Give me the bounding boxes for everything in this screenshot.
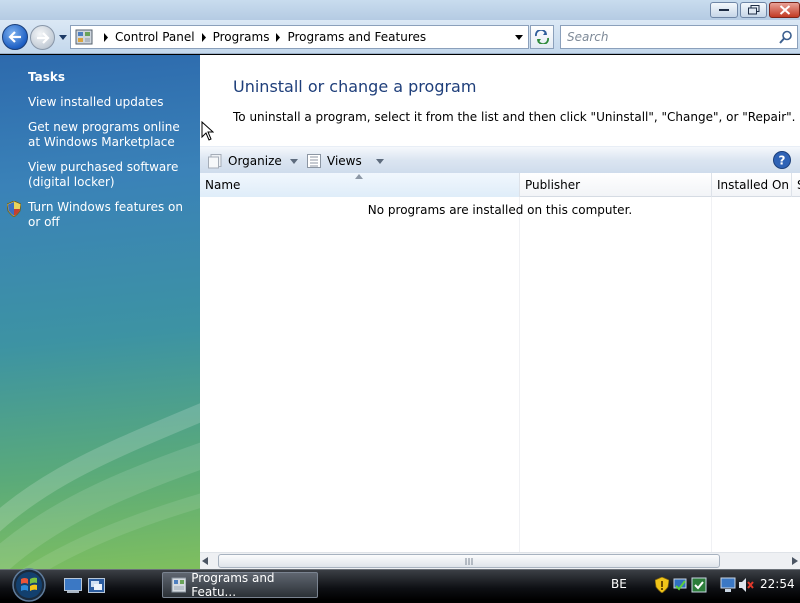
- organize-label: Organize: [228, 154, 282, 168]
- refresh-button[interactable]: [530, 25, 554, 49]
- tasks-heading: Tasks: [28, 70, 66, 84]
- decorative-swirl: [0, 403, 200, 569]
- command-toolbar: Organize Views ?: [200, 146, 800, 173]
- views-button[interactable]: Views: [307, 151, 390, 171]
- mouse-cursor-icon: [201, 121, 214, 141]
- switch-windows-icon[interactable]: [88, 578, 105, 593]
- language-indicator[interactable]: BE: [611, 577, 627, 591]
- column-header-installed-on[interactable]: Installed On: [712, 173, 792, 197]
- view-installed-updates-link[interactable]: View installed updates: [28, 95, 194, 110]
- views-label: Views: [327, 154, 362, 168]
- program-list[interactable]: No programs are installed on this comput…: [200, 197, 800, 552]
- window-title-bar: [0, 0, 800, 20]
- minimize-icon: [719, 9, 729, 11]
- organize-icon: [208, 153, 222, 168]
- taskbar: Programs and Featu... BE 22:54: [0, 567, 800, 603]
- display-icon[interactable]: [720, 577, 736, 593]
- programs-and-features-icon: [171, 577, 187, 593]
- purchased-software-link[interactable]: View purchased software (digital locker): [28, 160, 194, 190]
- sort-ascending-icon: [355, 174, 363, 179]
- search-icon[interactable]: [779, 30, 793, 44]
- column-divider: [711, 197, 712, 552]
- horizontal-scrollbar[interactable]: [200, 552, 800, 569]
- column-publisher-label: Publisher: [525, 178, 581, 192]
- control-panel-icon: [75, 29, 93, 45]
- taskbar-window-button[interactable]: Programs and Featu...: [162, 571, 318, 599]
- column-installed-on-label: Installed On: [717, 178, 789, 192]
- breadcrumb-programs-and-features[interactable]: Programs and Features: [287, 30, 426, 44]
- recent-pages-dropdown-icon[interactable]: [57, 31, 69, 43]
- scroll-left-arrow-icon[interactable]: [202, 557, 208, 565]
- sync-icon[interactable]: [691, 577, 707, 593]
- security-shield-icon[interactable]: [655, 577, 669, 593]
- close-button[interactable]: [769, 2, 800, 18]
- search-input[interactable]: Search: [560, 25, 798, 49]
- page-title: Uninstall or change a program: [233, 77, 477, 96]
- column-name-label: Name: [205, 178, 241, 192]
- list-column-headers: Name Publisher Installed On S: [200, 173, 800, 197]
- refresh-icon: [535, 30, 549, 44]
- minimize-button[interactable]: [710, 2, 738, 18]
- back-arrow-icon: [8, 31, 21, 43]
- scrollbar-grip-icon: [465, 558, 473, 565]
- help-icon[interactable]: ?: [773, 151, 791, 169]
- taskbar-window-label: Programs and Featu...: [191, 571, 275, 599]
- show-desktop-icon[interactable]: [64, 578, 82, 593]
- back-button[interactable]: [2, 24, 28, 50]
- forward-arrow-icon: [36, 31, 50, 44]
- breadcrumb-separator-icon[interactable]: [199, 32, 209, 42]
- address-bar[interactable]: Control Panel Programs Programs and Feat…: [70, 25, 529, 49]
- scroll-right-arrow-icon[interactable]: [792, 557, 798, 565]
- network-icon[interactable]: [673, 577, 687, 593]
- scrollbar-thumb[interactable]: [218, 554, 720, 568]
- chevron-down-icon: [289, 158, 298, 164]
- address-history-dropdown-icon[interactable]: [514, 33, 524, 41]
- search-placeholder: Search: [567, 30, 609, 44]
- breadcrumb-separator-icon: [101, 32, 111, 42]
- column-header-size[interactable]: S: [792, 173, 800, 197]
- navigation-bar: Control Panel Programs Programs and Feat…: [0, 20, 800, 54]
- main-content: Uninstall or change a program To uninsta…: [200, 55, 800, 569]
- breadcrumb-programs[interactable]: Programs: [213, 30, 270, 44]
- views-icon: [307, 154, 321, 168]
- start-button[interactable]: [8, 567, 50, 603]
- uac-shield-icon: [7, 201, 21, 217]
- svg-text:?: ?: [779, 154, 786, 168]
- organize-button[interactable]: Organize: [208, 151, 304, 171]
- column-divider: [519, 197, 520, 552]
- volume-muted-icon[interactable]: [738, 577, 754, 593]
- close-icon: [779, 5, 790, 15]
- clock[interactable]: 22:54: [760, 577, 795, 591]
- column-header-publisher[interactable]: Publisher: [520, 173, 712, 197]
- breadcrumb-control-panel[interactable]: Control Panel: [115, 30, 195, 44]
- windows-features-link[interactable]: Turn Windows features on or off: [28, 200, 194, 230]
- breadcrumb-separator-icon[interactable]: [273, 32, 283, 42]
- windows-marketplace-link[interactable]: Get new programs online at Windows Marke…: [28, 120, 194, 150]
- empty-list-message: No programs are installed on this comput…: [367, 203, 633, 217]
- forward-button[interactable]: [30, 25, 55, 50]
- task-pane: Tasks View installed updates Get new pro…: [0, 55, 200, 569]
- page-description: To uninstall a program, select it from t…: [233, 110, 796, 124]
- restore-icon: [747, 5, 759, 15]
- maximize-button[interactable]: [740, 2, 767, 18]
- chevron-down-icon: [375, 158, 384, 164]
